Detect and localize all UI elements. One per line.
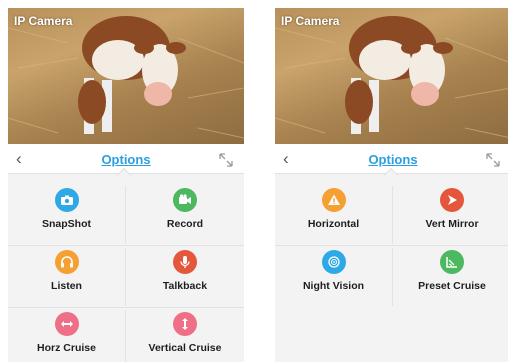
preset-cruise-label: Preset Cruise [418,280,486,292]
night-vision-icon [321,250,346,274]
vertical-cruise-label: Vertical Cruise [148,342,222,354]
horz-cruise-button[interactable]: Horz Cruise [8,310,126,362]
video-camera-icon [173,188,197,212]
vertical-arrows-icon [173,312,197,336]
options-title[interactable]: Options [275,152,508,167]
options-caret [383,167,399,183]
listen-label: Listen [51,280,82,292]
vertical-cruise-button[interactable]: Vertical Cruise [126,310,244,362]
listen-button[interactable]: Listen [8,248,126,306]
talkback-label: Talkback [162,280,208,292]
camera-video-feed[interactable]: IP Camera [8,8,244,144]
expand-icon[interactable] [218,152,234,168]
cow-image [275,16,508,138]
play-arrow-icon [440,188,464,212]
microphone-icon [173,250,197,274]
horizontal-button[interactable]: Horizontal [275,186,393,244]
warning-triangle-icon [321,188,346,212]
snapshot-button[interactable]: SnapShot [8,186,126,244]
talkback-button[interactable]: Talkback [126,248,244,306]
options-bar: ‹ Options [275,144,508,183]
camera-title: IP Camera [14,14,73,28]
camera-title: IP Camera [281,14,340,28]
options-bar: ‹ Options [8,144,244,183]
headphones-icon [54,250,79,274]
right-screen: IP Camera ‹ Options Horizontal Vert Mirr… [275,8,508,362]
preset-cruise-icon [440,250,464,274]
left-screen: IP Camera ‹ Options SnapShot Record List… [8,8,244,362]
camera-icon [54,188,79,212]
record-label: Record [166,218,204,230]
options-caret [116,167,132,183]
expand-icon[interactable] [485,152,501,168]
vert-mirror-button[interactable]: Vert Mirror [393,186,508,244]
record-button[interactable]: Record [126,186,244,244]
horizontal-label: Horizontal [307,218,360,230]
camera-video-feed[interactable]: IP Camera [275,8,508,144]
cow-image [8,16,244,139]
vert-mirror-label: Vert Mirror [425,218,479,230]
grid-divider [8,245,244,246]
night-vision-label: Night Vision [302,280,365,292]
snapshot-label: SnapShot [42,218,91,230]
horizontal-arrows-icon [54,312,79,336]
preset-cruise-button[interactable]: Preset Cruise [393,248,508,306]
grid-divider [8,307,244,308]
grid-divider [275,245,508,246]
options-title[interactable]: Options [8,152,244,167]
horz-cruise-label: Horz Cruise [37,342,96,354]
night-vision-button[interactable]: Night Vision [275,248,393,306]
